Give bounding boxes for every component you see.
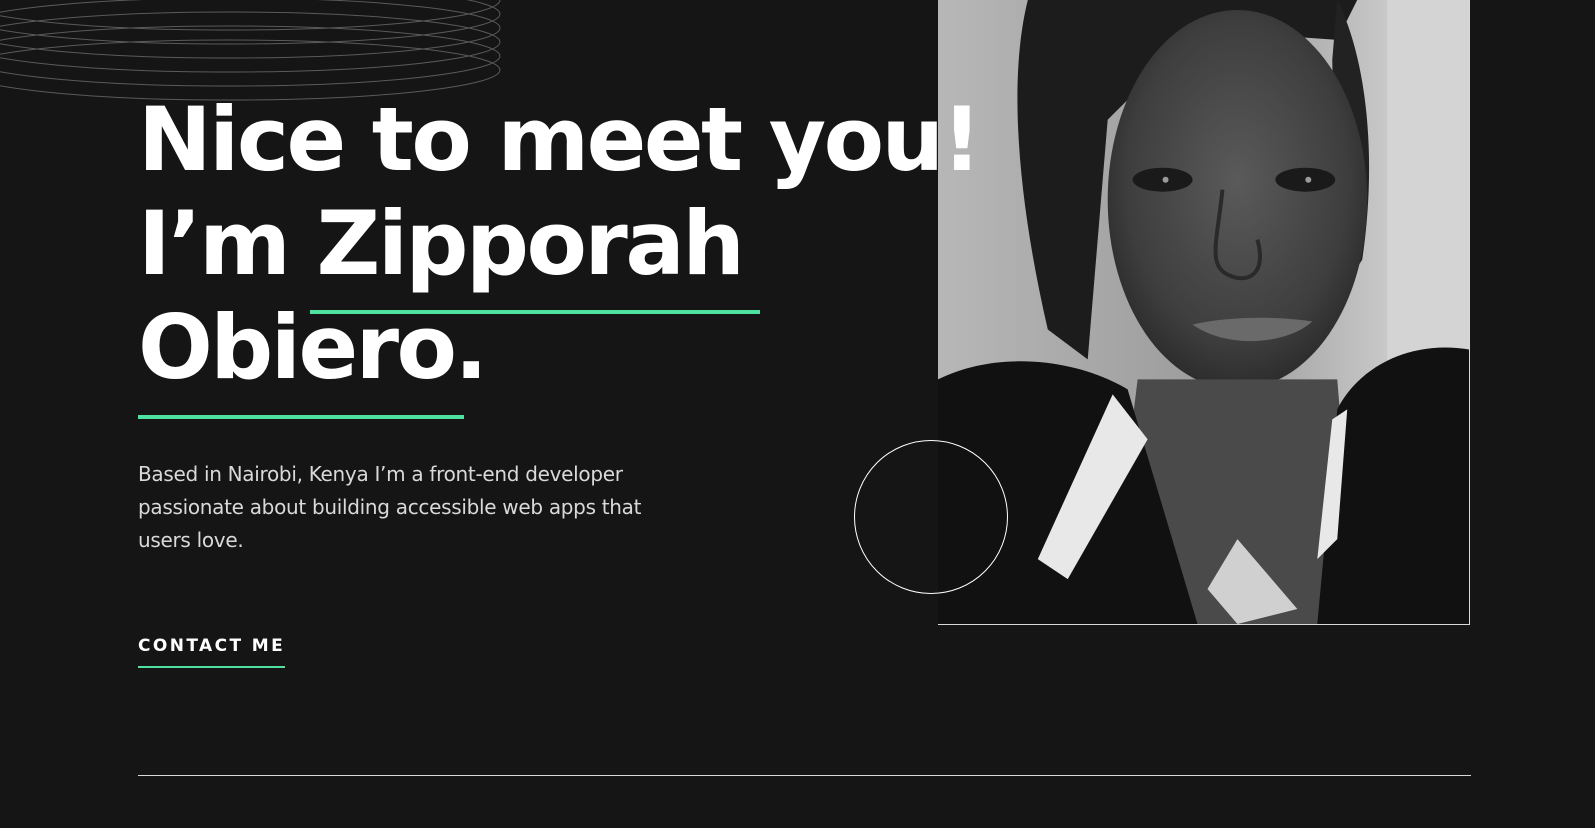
profile-photo [938,0,1470,625]
hero-headline: Nice to meet you! I’m Zipporah Obiero. [138,88,982,400]
circle-decoration-icon [854,440,1008,594]
surname-underline [138,415,464,419]
intro-text: Based in Nairobi, Kenya I’m a front-end … [138,462,642,552]
section-divider [138,775,1471,776]
headline-line-1: Nice to meet you! [138,88,982,191]
headline-line-2: I’m Zipporah [138,192,745,295]
contact-me-link[interactable]: CONTACT ME [138,636,286,668]
name-underline [310,310,760,314]
